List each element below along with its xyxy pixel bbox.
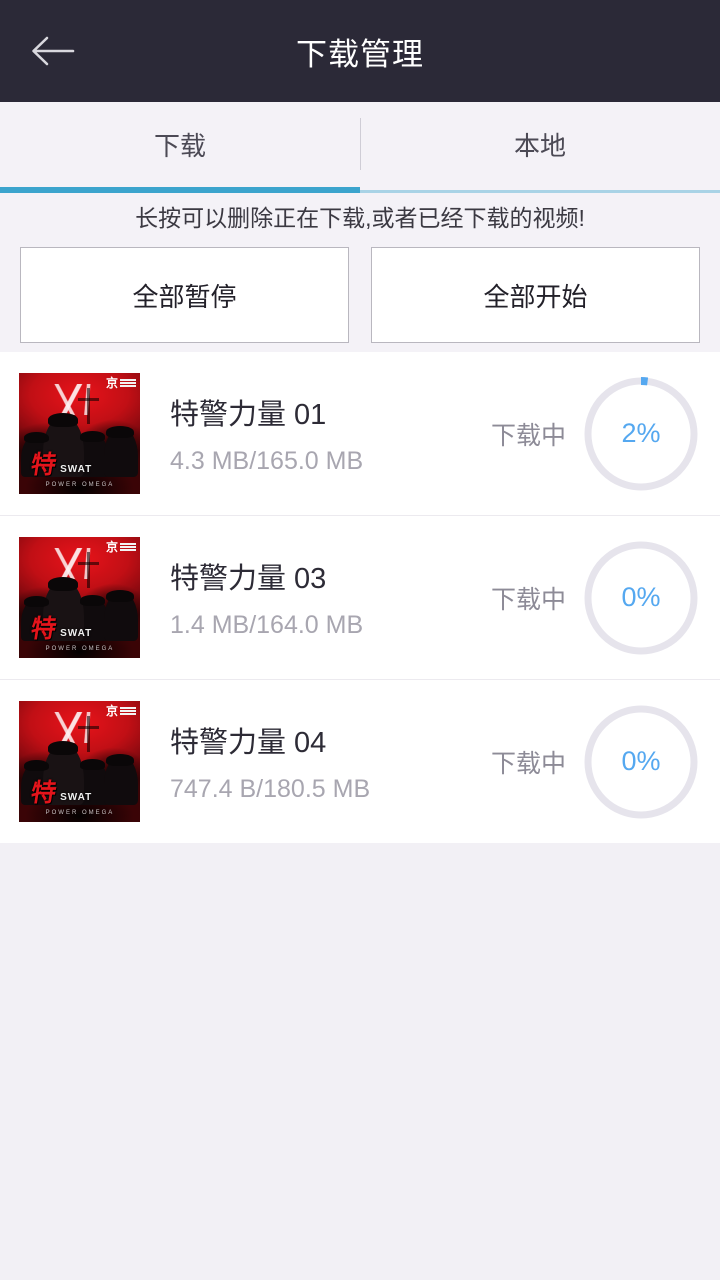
progress-percent: 2% [621, 418, 661, 448]
poster-brand-mark: 京 [105, 540, 118, 554]
action-button-row: 全部暂停 全部开始 [0, 238, 720, 352]
tab-bar: 下载 本地 [0, 102, 720, 187]
poster-title-cn: 特 [28, 451, 58, 480]
download-list-item[interactable]: 特 SWAT POWER OMEGA 京 特警力量 04 747.4 B/180… [0, 680, 720, 843]
arrow-left-icon [29, 34, 75, 68]
poster-title-en: SWAT [60, 463, 93, 475]
poster-brand-logo: 京 [106, 541, 136, 553]
pause-all-button[interactable]: 全部暂停 [20, 247, 349, 343]
download-status: 下载中 [490, 421, 566, 450]
download-status: 下载中 [490, 585, 566, 614]
poster-title-en: SWAT [60, 627, 93, 639]
download-title: 特警力量 04 [170, 727, 327, 759]
poster-brand-mark: 京 [105, 376, 118, 390]
download-title: 特警力量 03 [170, 563, 327, 595]
tab-downloads-label: 下载 [153, 131, 206, 161]
poster-brand-logo: 京 [106, 705, 136, 717]
tab-local-label: 本地 [513, 131, 566, 161]
poster-thumbnail: 特 SWAT POWER OMEGA 京 [19, 701, 140, 822]
poster-title-cn: 特 [28, 615, 58, 644]
download-manager-screen: 下载管理 下载 本地 长按可以删除正在下载,或者已经下载的视频! 全部暂停 全部… [0, 0, 720, 1280]
download-size: 1.4 MB/164.0 MB [170, 611, 364, 639]
poster-brand-logo: 京 [106, 377, 136, 389]
progress-ring[interactable]: 2% [580, 373, 702, 495]
poster-subtitle-en: POWER OMEGA [45, 809, 115, 816]
download-info: 特警力量 01 4.3 MB/165.0 MB [140, 391, 491, 476]
download-list: 特 SWAT POWER OMEGA 京 特警力量 01 4.3 MB/165.… [0, 352, 720, 843]
progress-percent: 0% [621, 746, 661, 776]
download-size: 747.4 B/180.5 MB [170, 775, 371, 803]
download-list-item[interactable]: 特 SWAT POWER OMEGA 京 特警力量 03 1.4 MB/164.… [0, 516, 720, 679]
progress-ring[interactable]: 0% [580, 537, 702, 659]
download-size: 4.3 MB/165.0 MB [170, 447, 364, 475]
brand-lines-icon [120, 379, 136, 387]
tab-local[interactable]: 本地 [360, 102, 720, 187]
back-button[interactable] [20, 25, 84, 77]
download-info: 特警力量 03 1.4 MB/164.0 MB [140, 555, 491, 640]
download-info: 特警力量 04 747.4 B/180.5 MB [140, 719, 491, 804]
poster-brand-mark: 京 [105, 704, 118, 718]
page-title: 下载管理 [296, 36, 424, 72]
progress-ring[interactable]: 0% [580, 701, 702, 823]
poster-thumbnail: 特 SWAT POWER OMEGA 京 [19, 373, 140, 494]
poster-title-en: SWAT [60, 791, 93, 803]
brand-lines-icon [120, 707, 136, 715]
tab-downloads[interactable]: 下载 [0, 102, 360, 187]
empty-area [0, 843, 720, 1280]
brand-lines-icon [120, 543, 136, 551]
start-all-button[interactable]: 全部开始 [371, 247, 700, 343]
poster-thumbnail: 特 SWAT POWER OMEGA 京 [19, 537, 140, 658]
poster-subtitle-en: POWER OMEGA [45, 645, 115, 652]
poster-subtitle-en: POWER OMEGA [45, 481, 115, 488]
poster-title-cn: 特 [28, 779, 58, 808]
progress-percent: 0% [621, 582, 661, 612]
download-status: 下载中 [490, 749, 566, 778]
app-bar: 下载管理 [0, 0, 720, 102]
download-title: 特警力量 01 [170, 399, 327, 431]
download-list-item[interactable]: 特 SWAT POWER OMEGA 京 特警力量 01 4.3 MB/165.… [0, 352, 720, 515]
hint-text: 长按可以删除正在下载,或者已经下载的视频! [0, 193, 720, 238]
